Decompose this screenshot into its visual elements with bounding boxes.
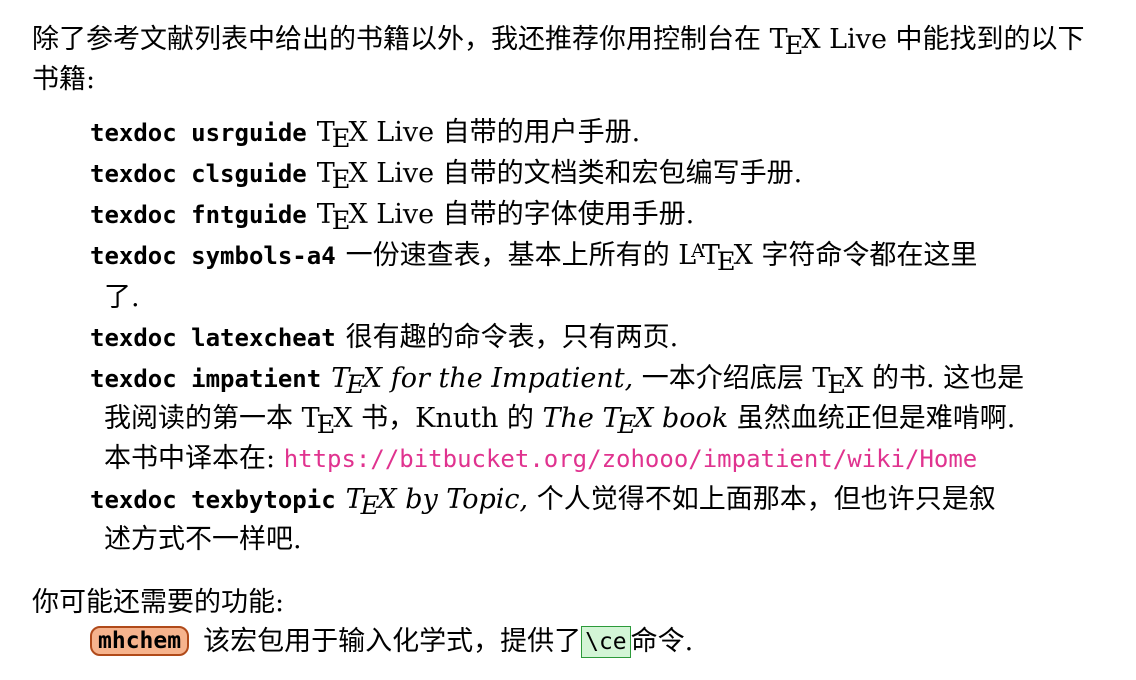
tex-logo-x: X: [333, 403, 353, 434]
item-description-end: 字符命令都在这里: [752, 240, 978, 271]
tex-logo-x: X: [801, 24, 821, 55]
item-description: 一份速查表，基本上所有的: [345, 240, 679, 271]
command: texdoc fntguide: [90, 201, 307, 229]
tex-logo-e: E: [331, 124, 351, 154]
continuation-text: 虽然血统正但是难啃啊.: [728, 403, 1016, 434]
intro-text: 除了参考文献列表中给出的书籍以外，我还推荐你用控制台在: [32, 24, 770, 55]
tex-logo-e: E: [617, 410, 637, 440]
tex-logo: TEX: [602, 403, 654, 440]
item-continuation: 我阅读的第一本 TEX 书，Knuth 的 The TEX book 虽然血统正…: [90, 399, 1102, 440]
book-title: TEX by Topic,: [346, 484, 529, 521]
tex-logo-e: E: [331, 206, 351, 236]
item-continuation-url: 本书中译本在: https://bitbucket.org/zohooo/imp…: [90, 439, 1102, 479]
item-description: 一本介绍底层: [633, 363, 813, 394]
texbook-title-the: The: [542, 403, 603, 434]
tex-logo: TEX: [331, 363, 383, 400]
command: texdoc usrguide: [90, 119, 307, 147]
continuation-text: 我阅读的第一本: [104, 403, 302, 434]
tex-logo-x: X: [733, 240, 753, 271]
list-item-usrguide: texdoc usrguide TEX Live 自带的用户手册.: [90, 113, 1102, 154]
intro-paragraph: 除了参考文献列表中给出的书籍以外，我还推荐你用控制台在 TEX Live 中能找…: [32, 20, 1102, 99]
tex-logo-e: E: [716, 247, 736, 277]
tex-logo: TEX: [812, 363, 864, 400]
item-description-end: 的书. 这也是: [863, 363, 1025, 394]
code-command: \ce: [581, 626, 631, 658]
list-item-impatient: texdoc impatient TEX for the Impatient, 一…: [90, 359, 1102, 479]
list-item-clsguide: texdoc clsguide TEX Live 自带的文档类和宏包编写手册.: [90, 154, 1102, 195]
latex-logo-a: A: [691, 240, 705, 262]
translation-label: 本书中译本在:: [104, 443, 284, 474]
tex-logo-x: X: [362, 363, 383, 394]
book-title-text: by Topic,: [396, 484, 529, 515]
package-description: 该宏包用于输入化学式，提供了: [203, 626, 582, 657]
tex-logo: TEX: [302, 403, 353, 440]
book-title-text: for the Impatient,: [382, 363, 634, 394]
item-description: Live 自带的字体使用手册.: [367, 199, 695, 230]
command: texdoc texbytopic: [90, 486, 336, 514]
tex-logo-e: E: [346, 370, 365, 400]
list-item-fntguide: texdoc fntguide TEX Live 自带的字体使用手册.: [90, 195, 1102, 236]
tex-logo: TEX: [317, 199, 368, 236]
tex-logo-x: X: [348, 158, 368, 189]
tex-logo-x: X: [377, 484, 397, 515]
tex-logo: TEX: [317, 158, 368, 195]
section-heading: 你可能还需要的功能:: [32, 587, 285, 618]
command: texdoc symbols-a4: [90, 242, 336, 270]
item-description: 很有趣的命令表，只有两页.: [345, 322, 679, 353]
translation-link[interactable]: https://bitbucket.org/zohooo/impatient/w…: [284, 445, 978, 473]
tex-logo-e: E: [360, 491, 380, 521]
list-item-symbols: texdoc symbols-a4 一份速查表，基本上所有的 LATEX 字符命令…: [90, 236, 1102, 317]
package-badge: mhchem: [90, 626, 190, 656]
tex-logo-x: X: [634, 403, 654, 434]
tex-logo-x: X: [844, 363, 864, 394]
package-description-end: 命令.: [630, 626, 694, 657]
command: texdoc clsguide: [90, 160, 307, 188]
tex-logo: TEX: [317, 117, 368, 154]
package-line: mhchem 该宏包用于输入化学式，提供了 \ce 命令.: [90, 622, 1102, 661]
item-continuation: 述方式不一样吧.: [104, 524, 302, 555]
list-item-latexcheat: texdoc latexcheat 很有趣的命令表，只有两页.: [90, 318, 1102, 358]
list-item-texbytopic: texdoc texbytopic TEX by Topic, 个人觉得不如上面那…: [90, 480, 1102, 559]
command: texdoc impatient: [90, 365, 322, 393]
book-title: TEX for the Impatient,: [331, 363, 634, 400]
tex-logo-x: X: [348, 199, 368, 230]
tex-logo-x: X: [348, 117, 368, 148]
tex-logo-e: E: [331, 165, 351, 195]
document-page: 除了参考文献列表中给出的书籍以外，我还推荐你用控制台在 TEX Live 中能找…: [32, 20, 1102, 661]
latex-logo: LATEX: [678, 240, 753, 277]
item-continuation: 了.: [104, 282, 140, 313]
tex-logo-e: E: [784, 31, 804, 61]
tex-logo: TEX: [770, 24, 821, 61]
item-description: Live 自带的用户手册.: [367, 117, 641, 148]
texbook-title-book: book: [653, 403, 729, 434]
continuation-text: 书，Knuth 的: [352, 403, 543, 434]
item-description: Live 自带的文档类和宏包编写手册.: [367, 158, 803, 189]
book-list: texdoc usrguide TEX Live 自带的用户手册. texdoc …: [90, 113, 1102, 559]
tex-logo-e: E: [827, 370, 847, 400]
item-description: 个人觉得不如上面那本，但也许只是叙: [528, 484, 996, 515]
tex-logo: TEX: [346, 484, 397, 521]
tex-logo-e: E: [316, 410, 336, 440]
texbook-title: The TEX book: [542, 403, 729, 440]
command: texdoc latexcheat: [90, 324, 336, 352]
